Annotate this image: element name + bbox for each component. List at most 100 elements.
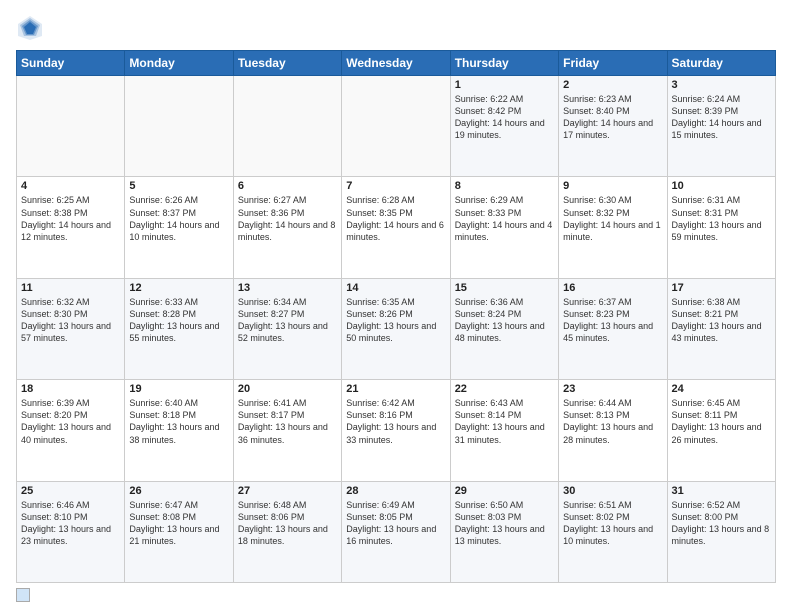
calendar-cell: 16 Sunrise: 6:37 AM Sunset: 8:23 PM Dayli… — [559, 278, 667, 379]
calendar-cell: 26 Sunrise: 6:47 AM Sunset: 8:08 PM Dayli… — [125, 481, 233, 582]
day-info: Sunrise: 6:23 AM Sunset: 8:40 PM Dayligh… — [563, 93, 662, 142]
day-number: 21 — [346, 383, 445, 395]
day-number: 31 — [672, 485, 771, 497]
calendar-cell: 29 Sunrise: 6:50 AM Sunset: 8:03 PM Dayli… — [450, 481, 558, 582]
calendar-cell: 1 Sunrise: 6:22 AM Sunset: 8:42 PM Daylig… — [450, 76, 558, 177]
day-number: 15 — [455, 282, 554, 294]
day-number: 30 — [563, 485, 662, 497]
page: SundayMondayTuesdayWednesdayThursdayFrid… — [0, 0, 792, 612]
calendar-cell: 11Sunrise: 6:32 AM Sunset: 8:30 PM Dayli… — [17, 278, 125, 379]
calendar-cell: 14 Sunrise: 6:35 AM Sunset: 8:26 PM Dayli… — [342, 278, 450, 379]
day-info: Sunrise: 6:38 AM Sunset: 8:21 PM Dayligh… — [672, 296, 771, 345]
day-info: Sunrise: 6:26 AM Sunset: 8:37 PM Dayligh… — [129, 194, 228, 243]
calendar-table: SundayMondayTuesdayWednesdayThursdayFrid… — [16, 50, 776, 583]
day-number: 5 — [129, 180, 228, 192]
day-info: Sunrise: 6:41 AM Sunset: 8:17 PM Dayligh… — [238, 397, 337, 446]
week-row-1: 4 Sunrise: 6:25 AM Sunset: 8:38 PM Daylig… — [17, 177, 776, 278]
calendar-cell: 15 Sunrise: 6:36 AM Sunset: 8:24 PM Dayli… — [450, 278, 558, 379]
calendar-cell: 7 Sunrise: 6:28 AM Sunset: 8:35 PM Daylig… — [342, 177, 450, 278]
day-number: 9 — [563, 180, 662, 192]
calendar-cell: 8Sunrise: 6:29 AM Sunset: 8:33 PM Daylig… — [450, 177, 558, 278]
calendar-cell: 23Sunrise: 6:44 AM Sunset: 8:13 PM Dayli… — [559, 380, 667, 481]
day-info: Sunrise: 6:40 AM Sunset: 8:18 PM Dayligh… — [129, 397, 228, 446]
day-number: 26 — [129, 485, 228, 497]
day-number: 20 — [238, 383, 337, 395]
day-number: 18 — [21, 383, 120, 395]
calendar-header: SundayMondayTuesdayWednesdayThursdayFrid… — [17, 51, 776, 76]
calendar-cell: 13 Sunrise: 6:34 AM Sunset: 8:27 PM Dayli… — [233, 278, 341, 379]
calendar-cell: 19 Sunrise: 6:40 AM Sunset: 8:18 PM Dayli… — [125, 380, 233, 481]
day-info: Sunrise: 6:46 AM Sunset: 8:10 PM Dayligh… — [21, 499, 120, 548]
day-info: Sunrise: 6:35 AM Sunset: 8:26 PM Dayligh… — [346, 296, 445, 345]
day-header-friday: Friday — [559, 51, 667, 76]
day-info: Sunrise: 6:22 AM Sunset: 8:42 PM Dayligh… — [455, 93, 554, 142]
calendar-cell: 30 Sunrise: 6:51 AM Sunset: 8:02 PM Dayli… — [559, 481, 667, 582]
day-header-thursday: Thursday — [450, 51, 558, 76]
day-number: 11 — [21, 282, 120, 294]
calendar-cell: 9 Sunrise: 6:30 AM Sunset: 8:32 PM Daylig… — [559, 177, 667, 278]
day-info: Sunrise: 6:28 AM Sunset: 8:35 PM Dayligh… — [346, 194, 445, 243]
day-info: Sunrise: 6:25 AM Sunset: 8:38 PM Dayligh… — [21, 194, 120, 243]
week-row-4: 25Sunrise: 6:46 AM Sunset: 8:10 PM Dayli… — [17, 481, 776, 582]
day-number: 16 — [563, 282, 662, 294]
day-info: Sunrise: 6:48 AM Sunset: 8:06 PM Dayligh… — [238, 499, 337, 548]
day-info: Sunrise: 6:51 AM Sunset: 8:02 PM Dayligh… — [563, 499, 662, 548]
calendar-cell: 12 Sunrise: 6:33 AM Sunset: 8:28 PM Dayli… — [125, 278, 233, 379]
calendar-cell — [125, 76, 233, 177]
week-row-3: 18 Sunrise: 6:39 AM Sunset: 8:20 PM Dayli… — [17, 380, 776, 481]
calendar-cell — [17, 76, 125, 177]
day-info: Sunrise: 6:27 AM Sunset: 8:36 PM Dayligh… — [238, 194, 337, 243]
day-number: 4 — [21, 180, 120, 192]
calendar-cell — [233, 76, 341, 177]
logo-icon — [16, 14, 44, 42]
day-info: Sunrise: 6:43 AM Sunset: 8:14 PM Dayligh… — [455, 397, 554, 446]
calendar-cell: 4 Sunrise: 6:25 AM Sunset: 8:38 PM Daylig… — [17, 177, 125, 278]
day-info: Sunrise: 6:39 AM Sunset: 8:20 PM Dayligh… — [21, 397, 120, 446]
day-info: Sunrise: 6:34 AM Sunset: 8:27 PM Dayligh… — [238, 296, 337, 345]
day-info: Sunrise: 6:52 AM Sunset: 8:00 PM Dayligh… — [672, 499, 771, 548]
day-info: Sunrise: 6:50 AM Sunset: 8:03 PM Dayligh… — [455, 499, 554, 548]
week-row-0: 1 Sunrise: 6:22 AM Sunset: 8:42 PM Daylig… — [17, 76, 776, 177]
day-header-tuesday: Tuesday — [233, 51, 341, 76]
calendar-cell: 3 Sunrise: 6:24 AM Sunset: 8:39 PM Daylig… — [667, 76, 775, 177]
day-header-monday: Monday — [125, 51, 233, 76]
day-info: Sunrise: 6:44 AM Sunset: 8:13 PM Dayligh… — [563, 397, 662, 446]
day-number: 14 — [346, 282, 445, 294]
day-info: Sunrise: 6:29 AM Sunset: 8:33 PM Dayligh… — [455, 194, 554, 243]
calendar-cell: 21Sunrise: 6:42 AM Sunset: 8:16 PM Dayli… — [342, 380, 450, 481]
calendar-cell: 20 Sunrise: 6:41 AM Sunset: 8:17 PM Dayli… — [233, 380, 341, 481]
calendar-cell: 22 Sunrise: 6:43 AM Sunset: 8:14 PM Dayli… — [450, 380, 558, 481]
day-number: 28 — [346, 485, 445, 497]
day-info: Sunrise: 6:36 AM Sunset: 8:24 PM Dayligh… — [455, 296, 554, 345]
day-number: 29 — [455, 485, 554, 497]
calendar-cell: 17Sunrise: 6:38 AM Sunset: 8:21 PM Dayli… — [667, 278, 775, 379]
day-number: 22 — [455, 383, 554, 395]
day-info: Sunrise: 6:49 AM Sunset: 8:05 PM Dayligh… — [346, 499, 445, 548]
day-info: Sunrise: 6:47 AM Sunset: 8:08 PM Dayligh… — [129, 499, 228, 548]
calendar-cell: 18 Sunrise: 6:39 AM Sunset: 8:20 PM Dayli… — [17, 380, 125, 481]
calendar-cell: 27 Sunrise: 6:48 AM Sunset: 8:06 PM Dayli… — [233, 481, 341, 582]
header — [16, 14, 776, 42]
day-info: Sunrise: 6:33 AM Sunset: 8:28 PM Dayligh… — [129, 296, 228, 345]
day-info: Sunrise: 6:31 AM Sunset: 8:31 PM Dayligh… — [672, 194, 771, 243]
header-row: SundayMondayTuesdayWednesdayThursdayFrid… — [17, 51, 776, 76]
day-number: 24 — [672, 383, 771, 395]
day-number: 13 — [238, 282, 337, 294]
day-info: Sunrise: 6:30 AM Sunset: 8:32 PM Dayligh… — [563, 194, 662, 243]
legend-box — [16, 588, 30, 602]
calendar-cell: 24 Sunrise: 6:45 AM Sunset: 8:11 PM Dayli… — [667, 380, 775, 481]
calendar-cell: 5 Sunrise: 6:26 AM Sunset: 8:37 PM Daylig… — [125, 177, 233, 278]
day-header-wednesday: Wednesday — [342, 51, 450, 76]
day-number: 10 — [672, 180, 771, 192]
day-number: 12 — [129, 282, 228, 294]
day-header-saturday: Saturday — [667, 51, 775, 76]
day-info: Sunrise: 6:24 AM Sunset: 8:39 PM Dayligh… — [672, 93, 771, 142]
day-number: 3 — [672, 79, 771, 91]
day-info: Sunrise: 6:37 AM Sunset: 8:23 PM Dayligh… — [563, 296, 662, 345]
day-number: 7 — [346, 180, 445, 192]
day-number: 1 — [455, 79, 554, 91]
day-header-sunday: Sunday — [17, 51, 125, 76]
day-info: Sunrise: 6:45 AM Sunset: 8:11 PM Dayligh… — [672, 397, 771, 446]
day-number: 19 — [129, 383, 228, 395]
day-number: 27 — [238, 485, 337, 497]
